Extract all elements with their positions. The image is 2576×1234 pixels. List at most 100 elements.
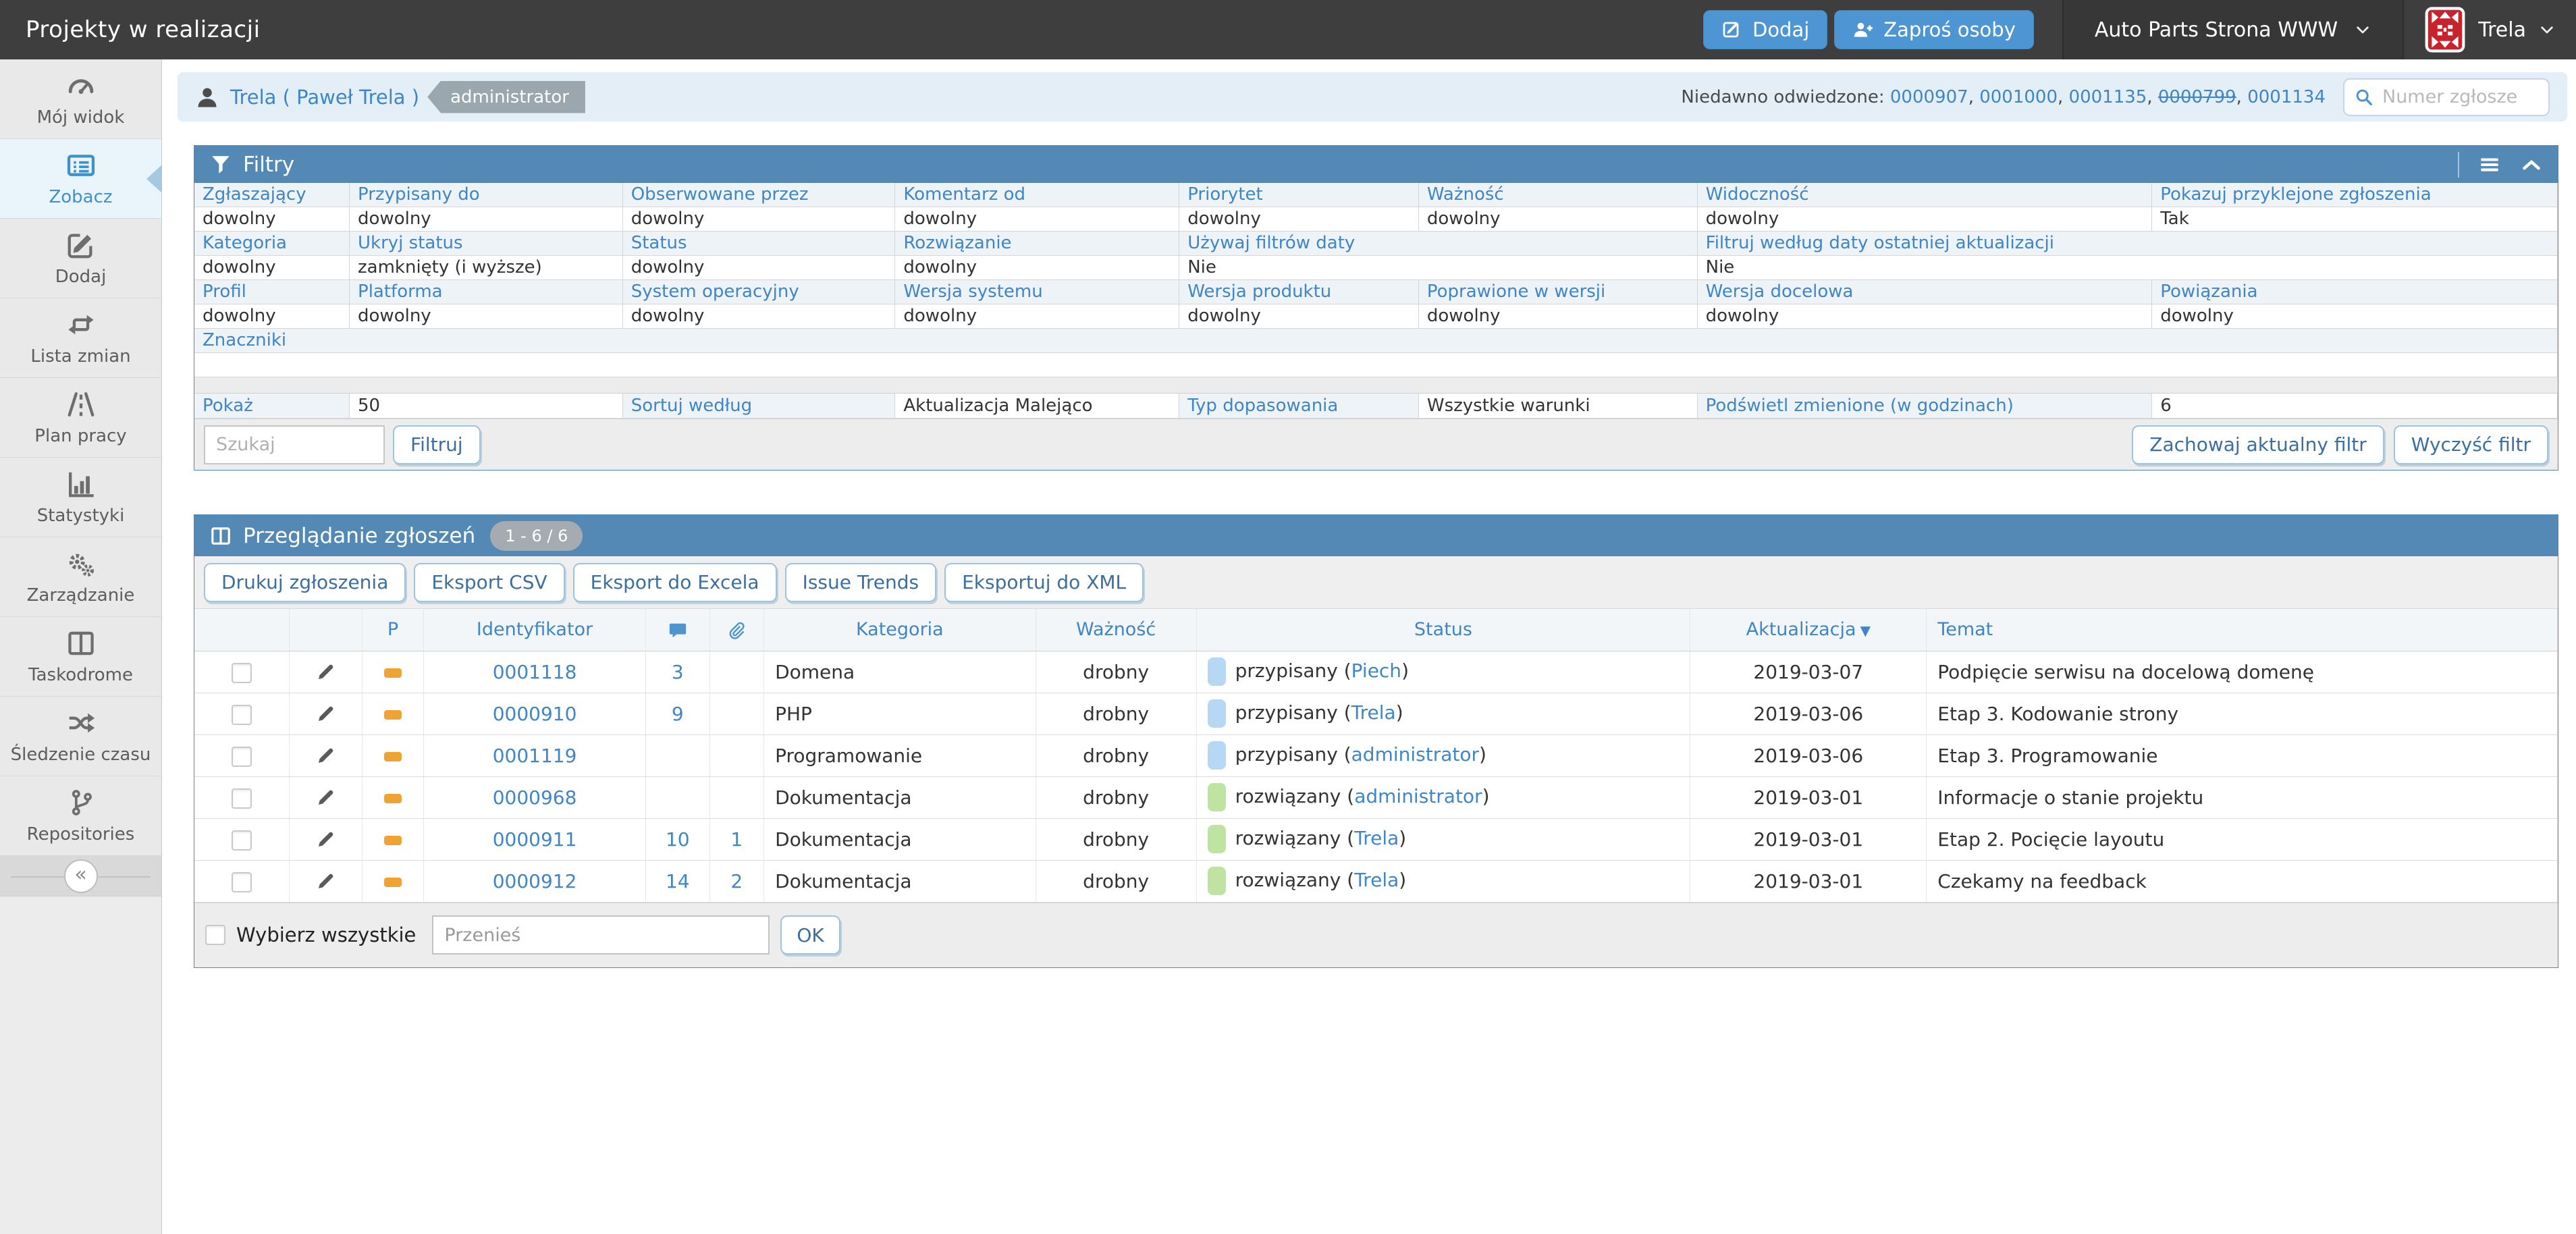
user-menu[interactable]: Trela bbox=[2404, 0, 2576, 59]
invite-users-button[interactable]: Zaproś osoby bbox=[1834, 10, 2034, 49]
sidebar-item-zobacz[interactable]: Zobacz bbox=[0, 139, 161, 219]
issue-id-link[interactable]: 0001119 bbox=[493, 745, 577, 767]
filter-field-komentarz-od[interactable]: Komentarz od bbox=[895, 183, 1179, 207]
filters-collapse-icon[interactable] bbox=[2520, 153, 2543, 176]
recent-issue-link[interactable]: 0000799 bbox=[2158, 87, 2236, 107]
row-checkbox[interactable] bbox=[232, 788, 252, 809]
handler-link[interactable]: Trela bbox=[1351, 701, 1396, 724]
add-issue-button[interactable]: Dodaj bbox=[1703, 10, 1827, 49]
handler-link[interactable]: administrator bbox=[1351, 743, 1479, 766]
paperclip-icon[interactable] bbox=[726, 620, 747, 641]
column-header-aktualizacja[interactable]: Aktualizacja bbox=[1746, 619, 1856, 640]
sidebar-item-taskodrome[interactable]: Taskodrome bbox=[0, 617, 161, 697]
filter-field-pokazuj-przyklejone-zg-oszenia[interactable]: Pokazuj przyklejone zgłoszenia bbox=[2152, 183, 2558, 207]
filter-field-pod-wietl-zmienione-w-godzinach[interactable]: Podświetl zmienione (w godzinach) bbox=[1698, 394, 2153, 419]
filter-field-filtruj-wed-ug-daty-ostatniej-aktualizacji[interactable]: Filtruj według daty ostatniej aktualizac… bbox=[1698, 232, 2558, 256]
sidebar-item-ledzenie-czasu[interactable]: Śledzenie czasu bbox=[0, 697, 161, 776]
eksportuj-do-xml-button[interactable]: Eksportuj do XML bbox=[944, 563, 1144, 602]
recent-issue-link[interactable]: 0001000 bbox=[1979, 87, 2058, 107]
filter-field-kategoria[interactable]: Kategoria bbox=[194, 232, 350, 256]
filter-field-zg-aszaj-cy[interactable]: Zgłaszający bbox=[194, 183, 350, 207]
issue-trends-button[interactable]: Issue Trends bbox=[785, 563, 937, 602]
note-count-link[interactable]: 14 bbox=[666, 870, 690, 892]
column-header-temat[interactable]: Temat bbox=[1937, 619, 1993, 640]
recent-issue-link[interactable]: 0000907 bbox=[1890, 87, 1968, 107]
handler-link[interactable]: administrator bbox=[1354, 785, 1482, 807]
issue-id-link[interactable]: 0001118 bbox=[493, 661, 577, 683]
filter-field-priorytet[interactable]: Priorytet bbox=[1179, 183, 1419, 207]
column-header-status[interactable]: Status bbox=[1414, 619, 1472, 640]
issue-id-link[interactable]: 0000911 bbox=[493, 828, 577, 851]
edit-issue-icon[interactable] bbox=[315, 662, 336, 683]
sidebar-item-zarz-dzanie[interactable]: Zarządzanie bbox=[0, 537, 161, 617]
move-action-select[interactable] bbox=[432, 915, 770, 955]
filters-menu-icon[interactable] bbox=[2478, 153, 2501, 176]
select-all-checkbox[interactable] bbox=[205, 925, 225, 945]
filter-field-profil[interactable]: Profil bbox=[194, 280, 350, 304]
filter-field-u-ywaj-filtr-w-daty[interactable]: Używaj filtrów daty bbox=[1179, 232, 1697, 256]
filter-field-wersja-produktu[interactable]: Wersja produktu bbox=[1179, 280, 1419, 304]
ok-button[interactable]: OK bbox=[780, 915, 840, 955]
handler-link[interactable]: Trela bbox=[1354, 869, 1399, 891]
recent-issue-link[interactable]: 0001134 bbox=[2247, 87, 2326, 107]
filter-field-ukryj-status[interactable]: Ukryj status bbox=[350, 232, 623, 256]
sidebar-item-dodaj[interactable]: Dodaj bbox=[0, 219, 161, 298]
sidebar-collapse-button[interactable]: « bbox=[64, 859, 98, 893]
note-count-link[interactable]: 9 bbox=[672, 703, 684, 725]
note-count-link[interactable]: 10 bbox=[666, 828, 690, 851]
eksport-csv-button[interactable]: Eksport CSV bbox=[414, 563, 564, 602]
apply-filter-button[interactable]: Filtruj bbox=[393, 425, 481, 464]
column-header-p[interactable]: P bbox=[387, 619, 398, 640]
clear-filter-button[interactable]: Wyczyść filtr bbox=[2394, 425, 2548, 464]
sidebar-item-m-j-widok[interactable]: Mój widok bbox=[0, 59, 161, 139]
edit-issue-icon[interactable] bbox=[315, 871, 336, 892]
filter-field-wersja-systemu[interactable]: Wersja systemu bbox=[895, 280, 1179, 304]
issue-id-link[interactable]: 0000910 bbox=[493, 703, 577, 725]
issue-search-input[interactable] bbox=[2381, 86, 2539, 108]
filter-field-widoczno[interactable]: Widoczność bbox=[1698, 183, 2153, 207]
filter-field-system-operacyjny[interactable]: System operacyjny bbox=[623, 280, 896, 304]
filter-field-typ-dopasowania[interactable]: Typ dopasowania bbox=[1179, 394, 1419, 419]
row-checkbox[interactable] bbox=[232, 872, 252, 892]
sidebar-item-statystyki[interactable]: Statystyki bbox=[0, 458, 161, 537]
filter-field-przypisany-do[interactable]: Przypisany do bbox=[350, 183, 623, 207]
filter-field-poprawione-w-wersji[interactable]: Poprawione w wersji bbox=[1419, 280, 1698, 304]
edit-issue-icon[interactable] bbox=[315, 787, 336, 809]
filter-field-obserwowane-przez[interactable]: Obserwowane przez bbox=[623, 183, 896, 207]
attachment-count-link[interactable]: 1 bbox=[730, 828, 743, 851]
filter-field-poka[interactable]: Pokaż bbox=[194, 394, 350, 419]
filter-field-wersja-docelowa[interactable]: Wersja docelowa bbox=[1698, 280, 2153, 304]
row-checkbox[interactable] bbox=[232, 705, 252, 725]
filter-field-sortuj-wed-ug[interactable]: Sortuj według bbox=[623, 394, 896, 419]
column-header-kategoria[interactable]: Kategoria bbox=[856, 619, 944, 640]
sidebar-item-repositories[interactable]: Repositories bbox=[0, 776, 161, 856]
edit-issue-icon[interactable] bbox=[315, 703, 336, 725]
filter-field-wa-no[interactable]: Ważność bbox=[1419, 183, 1698, 207]
current-user-link[interactable]: Trela ( Paweł Trela ) bbox=[230, 86, 419, 109]
attachment-count-link[interactable]: 2 bbox=[730, 870, 743, 892]
filter-search-input[interactable] bbox=[204, 425, 385, 464]
filter-field-platforma[interactable]: Platforma bbox=[350, 280, 623, 304]
handler-link[interactable]: Trela bbox=[1354, 827, 1399, 849]
column-header-identyfikator[interactable]: Identyfikator bbox=[477, 619, 593, 640]
note-count-link[interactable]: 3 bbox=[672, 661, 684, 683]
sidebar-item-plan-pracy[interactable]: Plan pracy bbox=[0, 378, 161, 458]
drukuj-zg-oszenia-button[interactable]: Drukuj zgłoszenia bbox=[204, 563, 406, 602]
row-checkbox[interactable] bbox=[232, 747, 252, 767]
save-filter-button[interactable]: Zachowaj aktualny filtr bbox=[2132, 425, 2384, 464]
sidebar-item-lista-zmian[interactable]: Lista zmian bbox=[0, 298, 161, 378]
issue-id-link[interactable]: 0000912 bbox=[493, 870, 577, 892]
comment-icon[interactable] bbox=[668, 620, 688, 641]
recent-issue-link[interactable]: 0001135 bbox=[2069, 87, 2147, 107]
edit-issue-icon[interactable] bbox=[315, 745, 336, 767]
column-header-wa-no[interactable]: Ważność bbox=[1076, 619, 1156, 640]
project-selector[interactable]: Auto Parts Strona WWW bbox=[2062, 0, 2404, 59]
filter-field-rozwi-zanie[interactable]: Rozwiązanie bbox=[895, 232, 1179, 256]
issue-id-link[interactable]: 0000968 bbox=[493, 786, 577, 809]
edit-issue-icon[interactable] bbox=[315, 829, 336, 851]
row-checkbox[interactable] bbox=[232, 830, 252, 851]
eksport-do-excela-button[interactable]: Eksport do Excela bbox=[573, 563, 777, 602]
filter-field-znaczniki[interactable]: Znaczniki bbox=[194, 329, 2558, 353]
handler-link[interactable]: Piech bbox=[1351, 660, 1401, 682]
filter-field-status[interactable]: Status bbox=[623, 232, 896, 256]
